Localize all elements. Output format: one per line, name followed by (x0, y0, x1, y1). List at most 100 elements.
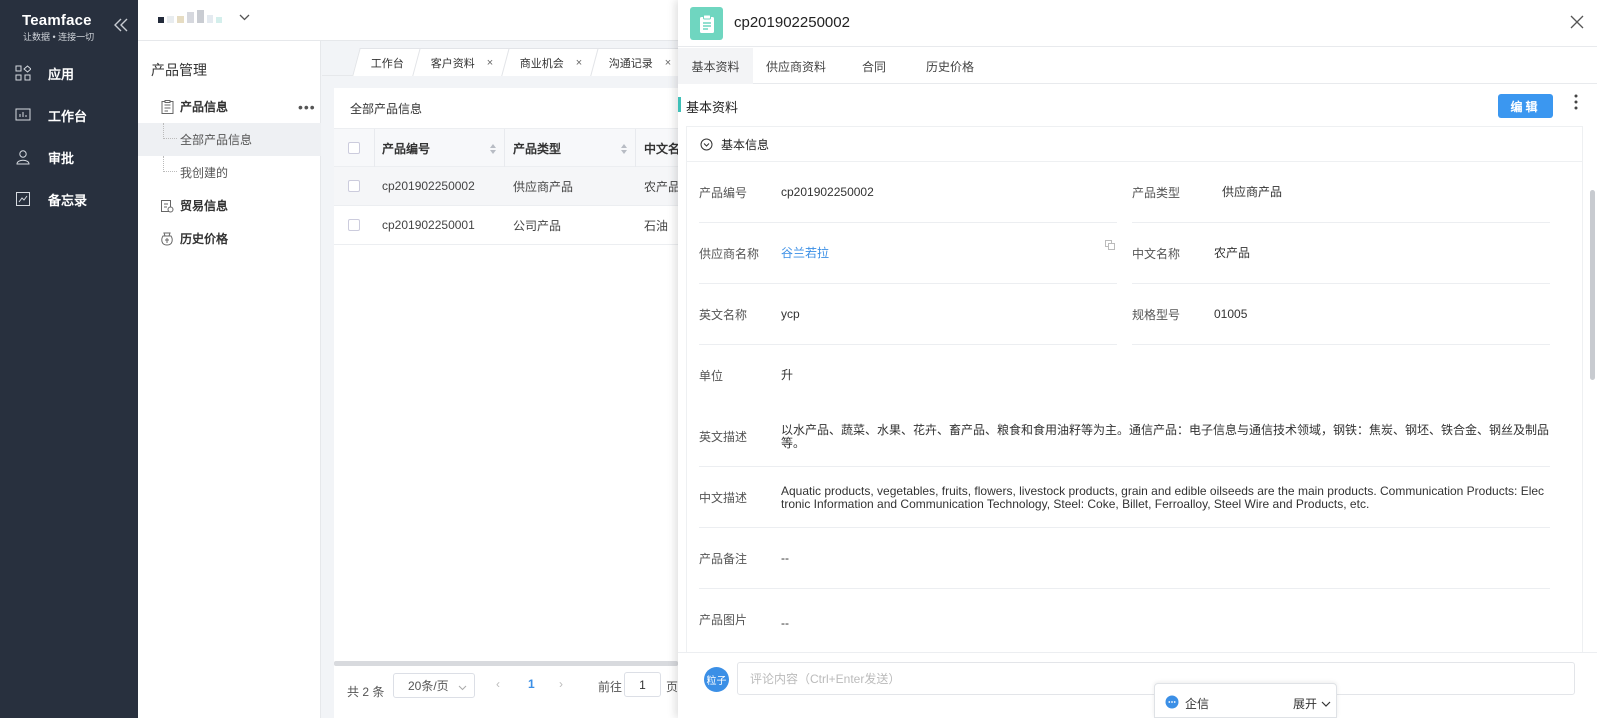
dashboard-icon (14, 106, 32, 124)
nav-item-label: 备忘录 (48, 192, 88, 208)
panel-title: cp201902250002 (734, 14, 850, 31)
page-number[interactable]: 1 (528, 677, 535, 691)
tab-workbench[interactable]: 工作台 (352, 48, 422, 76)
field-en-name: 英文名称 ycp (699, 284, 1117, 345)
field-remark: 产品备注 -- (699, 528, 1550, 589)
more-vertical-icon[interactable] (1573, 94, 1579, 110)
company-switcher-logo[interactable] (158, 10, 222, 23)
table-row[interactable]: cp201902250002 供应商产品 农产品 (334, 167, 678, 206)
chevron-down-icon[interactable] (239, 12, 250, 26)
main-nav: Teamface 让数据 • 连接一切 应用 工作台 审批 备忘录 (0, 0, 138, 718)
qixin-label: 企信 (1185, 697, 1210, 711)
cell-product-no: cp201902250001 (382, 218, 475, 232)
tab-business-opportunity[interactable]: 商业机会 × (501, 48, 599, 76)
nav-item-label: 工作台 (48, 108, 88, 124)
more-options-icon[interactable]: ••• (298, 99, 316, 115)
product-list-card: 全部产品信息 产品编号 产品类型 中文名 cp201902250002 供应商产… (334, 88, 678, 718)
nav-item-approval[interactable]: 审批 (0, 137, 138, 177)
submenu-item-label: 我创建的 (180, 166, 229, 180)
column-header-product-type[interactable]: 产品类型 (513, 129, 561, 167)
column-header-cn-name[interactable]: 中文名 (644, 129, 678, 167)
tab-supplier-info[interactable]: 供应商资料 (766, 48, 826, 84)
close-icon[interactable]: × (665, 57, 671, 69)
nav-item-apps[interactable]: 应用 (0, 53, 138, 93)
column-header-product-no[interactable]: 产品编号 (382, 129, 430, 167)
qixin-chat-widget[interactable]: 企信 展开 (1154, 683, 1337, 718)
submenu-item-label: 贸易信息 (180, 199, 229, 213)
panel-tabs: 基本资料 供应商资料 合同 历史价格 (678, 48, 1597, 84)
avatar: 粒子 (704, 667, 729, 692)
submenu-item-created-by-me[interactable]: 我创建的 (138, 156, 321, 189)
page-size-select[interactable]: 20条/页 (393, 673, 475, 698)
goto-label: 前往 (598, 680, 623, 694)
panel-header: cp201902250002 (678, 0, 1597, 47)
sort-icon[interactable] (620, 143, 628, 155)
group-title: 基本信息 (721, 137, 770, 152)
table-row[interactable]: cp201902250001 公司产品 石油 (334, 206, 678, 245)
collapse-circle-icon (700, 138, 713, 151)
select-all-checkbox[interactable] (348, 129, 360, 167)
close-icon[interactable]: × (576, 57, 582, 69)
cell-product-no: cp201902250002 (382, 179, 475, 193)
field-product-type: 产品类型 供应商产品 (1132, 162, 1550, 223)
submenu-title: 产品管理 (151, 62, 207, 78)
edit-button[interactable]: 编辑 (1498, 94, 1553, 118)
approval-user-icon (14, 148, 32, 166)
brand-logo[interactable]: Teamface 让数据 • 连接一切 (22, 12, 122, 43)
nav-item-workbench[interactable]: 工作台 (0, 95, 138, 135)
vertical-scrollbar[interactable] (1590, 190, 1595, 380)
tab-label: 沟通记录 (608, 57, 653, 70)
field-product-no: 产品编号 cp201902250002 (699, 162, 1117, 223)
top-bar (138, 0, 678, 41)
cell-product-type: 公司产品 (513, 218, 562, 233)
close-icon[interactable]: × (487, 57, 493, 69)
supplier-link[interactable]: 谷兰若拉 (781, 223, 829, 284)
trade-icon (160, 199, 174, 213)
nav-item-label: 审批 (48, 150, 75, 166)
submenu-item-all-products[interactable]: 全部产品信息 (138, 123, 321, 156)
sort-icon[interactable] (489, 143, 497, 155)
copy-icon[interactable] (1105, 239, 1115, 253)
tab-label: 商业机会 (519, 57, 564, 70)
product-doc-icon (160, 99, 174, 114)
goto-page-input[interactable]: 1 (624, 672, 661, 697)
prev-page-icon[interactable]: ‹ (496, 677, 500, 691)
submenu-item-label: 产品信息 (180, 100, 229, 114)
tab-price-history[interactable]: 历史价格 (926, 48, 974, 84)
collapse-nav-icon[interactable] (112, 16, 130, 34)
submenu-item-trade-info[interactable]: 贸易信息 (138, 189, 321, 222)
apps-grid-icon (14, 64, 32, 82)
comment-bar: 粒子 评论内容（Ctrl+Enter发送） (678, 652, 1597, 718)
submenu-item-product-info[interactable]: 产品信息 (138, 90, 321, 123)
submenu-item-price-history[interactable]: 历史价格 (138, 222, 321, 255)
field-cn-name: 中文名称 农产品 (1132, 223, 1550, 284)
chevron-down-icon (458, 681, 467, 695)
row-checkbox[interactable] (348, 167, 360, 205)
submenu-item-label: 全部产品信息 (180, 133, 253, 147)
tab-label: 工作台 (370, 57, 404, 70)
table-header-row: 产品编号 产品类型 中文名 (334, 128, 678, 167)
tab-label: 客户资料 (430, 57, 475, 70)
tab-contract[interactable]: 合同 (862, 48, 886, 84)
nav-item-memo[interactable]: 备忘录 (0, 179, 138, 219)
tab-communication-log[interactable]: 沟通记录 × (590, 48, 688, 76)
next-page-icon[interactable]: › (559, 677, 563, 691)
close-icon[interactable] (1570, 15, 1586, 31)
brand-slogan: 让数据 • 连接一切 (23, 32, 95, 42)
cell-cn-name: 石油 (644, 218, 669, 233)
field-image: 产品图片 -- (699, 613, 789, 630)
detail-panel: cp201902250002 基本资料 供应商资料 合同 历史价格 基本资料 编… (678, 0, 1597, 718)
expand-button[interactable]: 展开 (1293, 695, 1317, 712)
product-submenu: 产品管理 产品信息 ••• 全部产品信息 我创建的 贸易信息 历史价格 (138, 41, 321, 718)
field-unit: 单位 升 (699, 368, 794, 384)
chevron-down-icon (1321, 697, 1331, 711)
detail-form: 基本信息 产品编号 cp201902250002 产品类型 供应商产品 供应商名… (686, 126, 1583, 652)
nav-item-label: 应用 (48, 66, 75, 82)
clipboard-icon (690, 7, 723, 40)
row-checkbox[interactable] (348, 206, 360, 244)
group-header-basic-info[interactable]: 基本信息 (687, 127, 1582, 162)
tab-basic-info[interactable]: 基本资料 (678, 48, 753, 84)
cell-cn-name: 农产品 (644, 179, 678, 194)
field-spec: 规格型号 01005 (1132, 284, 1550, 345)
tab-customer-data[interactable]: 客户资料 × (412, 48, 510, 76)
